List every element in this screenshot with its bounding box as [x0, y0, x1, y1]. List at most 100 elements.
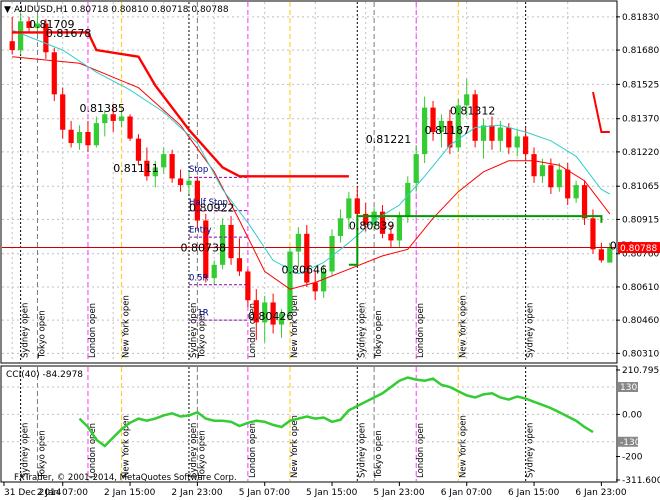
candle-body: [413, 154, 419, 183]
candle-body: [211, 264, 217, 279]
candle-body: [590, 218, 596, 250]
candle-body: [388, 233, 394, 241]
time-tick-label: 5 Jan 15:00: [306, 488, 358, 498]
candle-body: [514, 136, 520, 148]
time-tick-label: 5 Jan 23:00: [373, 488, 425, 498]
session-label: Sydney open: [357, 303, 367, 358]
current-price-label: 0.80788: [620, 244, 657, 254]
price-tick-label: 0.81370: [622, 115, 659, 125]
session-label: Sydney open: [21, 303, 31, 358]
candle-body: [405, 182, 411, 217]
cci-tick-label: 130: [620, 383, 637, 393]
time-tick-label: 6 Jan 15:00: [508, 488, 560, 498]
trade-label: Stop: [189, 165, 208, 175]
candle-body: [76, 131, 83, 144]
time-tick-label: 2 Jan 15:00: [104, 488, 156, 498]
session-label: London open: [88, 303, 98, 358]
session-label-indicator: Sydney open: [526, 423, 536, 478]
candle-body: [497, 127, 503, 141]
candlestick-chart: Sydney open Sydney open Tokyo open Tokyo op…: [0, 0, 660, 500]
candle-body: [472, 94, 478, 141]
candle-body: [329, 236, 335, 272]
level-label: 0.80738: [181, 242, 227, 255]
level-label: 0.81221: [366, 133, 412, 146]
candle-body: [85, 131, 91, 146]
session-label-indicator: London open: [416, 423, 426, 478]
cci-tick-label: 0.00: [622, 410, 642, 420]
candle-body: [539, 165, 546, 177]
candle-body: [346, 198, 352, 219]
candle-body: [396, 216, 402, 241]
trade-label: 1R: [197, 309, 208, 319]
level-label: 0.81187: [425, 124, 471, 137]
candle-body: [102, 114, 108, 124]
candle-body: [228, 224, 234, 259]
session-label: Tokyo open: [37, 310, 47, 359]
cci-tick-label: 210.7951: [622, 366, 660, 376]
candle-body: [186, 180, 192, 186]
price-tick-label: 0.80460: [622, 316, 659, 326]
candle-body: [598, 249, 604, 261]
price-tick-label: 0.80310: [622, 349, 659, 359]
level-label: 0.80922: [189, 202, 235, 215]
session-label: Sydney open: [526, 303, 536, 358]
session-label-indicator: Tokyo open: [374, 430, 384, 479]
session-label-indicator: New York open: [290, 415, 300, 478]
candle-body: [506, 127, 512, 148]
price-tick-label: 0.81525: [622, 80, 659, 90]
candle-body: [245, 271, 251, 301]
candle-body: [9, 41, 15, 51]
time-tick-label: 2 Jan 23:00: [171, 488, 223, 498]
session-label-indicator: Tokyo open: [197, 430, 207, 479]
level-label: 0.81312: [450, 104, 496, 117]
time-tick-label: 6 Jan 23:00: [575, 488, 627, 498]
candle-body: [573, 185, 579, 199]
candle-body: [119, 116, 125, 121]
candle-body: [581, 185, 588, 219]
candle-body: [127, 116, 133, 139]
trade-label: Entry: [189, 226, 212, 236]
cci-tick-label: -200: [622, 453, 643, 463]
candle-body: [51, 52, 57, 95]
candle-body: [312, 282, 318, 292]
candle-body: [548, 165, 554, 188]
level-label: 0.80646: [282, 264, 328, 277]
time-tick-label: 2 Jan 07:00: [37, 488, 89, 498]
title-arrow[interactable]: ▼: [4, 5, 11, 15]
price-tick-label: 0.81680: [622, 46, 659, 56]
chart-title: AUDUSD,H1 0.80718 0.80810 0.80718 0.8078…: [14, 5, 229, 15]
candle-body: [531, 154, 537, 177]
candle-body: [110, 114, 116, 121]
price-tick-label: 0.81830: [622, 13, 659, 23]
candle-body: [295, 233, 301, 252]
session-label: London open: [416, 303, 426, 358]
candle-body: [556, 169, 562, 188]
indicator-title: CCI(40) -84.2978: [6, 370, 83, 380]
price-tick-label: 0.80610: [622, 283, 659, 293]
level-label: 0.81111: [113, 162, 159, 175]
candle-body: [18, 21, 24, 51]
session-label: New York open: [458, 295, 468, 358]
time-tick-label: 6 Jan 07:00: [441, 488, 493, 498]
session-label-indicator: London open: [248, 423, 258, 478]
session-label-indicator: Sydney open: [21, 423, 31, 478]
level-label: 0.80426: [248, 310, 294, 323]
session-label-indicator: New York open: [458, 415, 468, 478]
session-label: New York open: [122, 295, 132, 358]
level-label: 0.80839: [349, 219, 395, 232]
cci-tick-label: -311.6009: [622, 476, 660, 486]
candle-body: [177, 178, 184, 186]
candle-body: [161, 154, 167, 168]
current-price-tag: 0.80788: [618, 242, 660, 254]
candle-body: [135, 138, 142, 161]
candle-body: [565, 169, 571, 199]
watermark: FXTrader, © 2001-2014, MetaQuotes Softwa…: [14, 473, 237, 483]
price-tick-label: 0.80915: [622, 215, 659, 225]
candle-body: [480, 125, 487, 141]
level-label: 0.81678: [46, 27, 92, 40]
session-label-indicator: Tokyo open: [37, 430, 47, 479]
cci-tick-label: -130: [620, 438, 641, 448]
candle-body: [489, 125, 495, 141]
session-label-indicator: Sydney open: [357, 423, 367, 478]
candle-body: [236, 258, 243, 272]
